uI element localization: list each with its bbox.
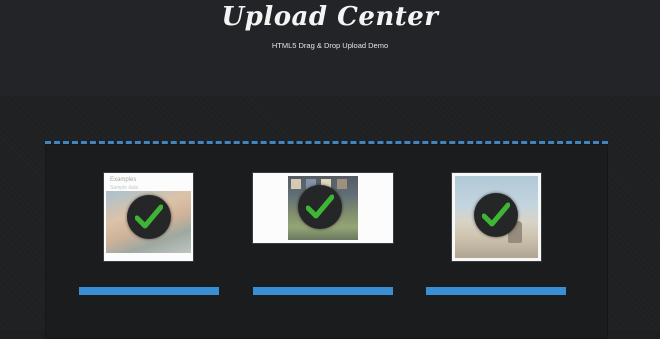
upload-progress-bar-3: [426, 287, 566, 295]
upload-progress-bar-1: [79, 287, 219, 295]
upload-complete-badge-3: [474, 193, 518, 237]
upload-progress-fill: [426, 287, 566, 295]
upload-complete-badge-2: [298, 185, 342, 229]
upload-complete-badge-1: [127, 195, 171, 239]
checkmark-icon: [135, 204, 163, 229]
checkmark-icon: [482, 202, 510, 227]
upload-progress-bar-2: [253, 287, 393, 295]
page-subtitle: HTML5 Drag & Drop Upload Demo: [271, 41, 389, 50]
checkmark-icon: [306, 194, 334, 219]
upload-progress-fill: [79, 287, 219, 295]
upload-progress-fill: [253, 287, 393, 295]
page-title: Upload Center: [221, 2, 439, 32]
page-header: Upload Center HTML5 Drag & Drop Upload D…: [0, 0, 660, 96]
